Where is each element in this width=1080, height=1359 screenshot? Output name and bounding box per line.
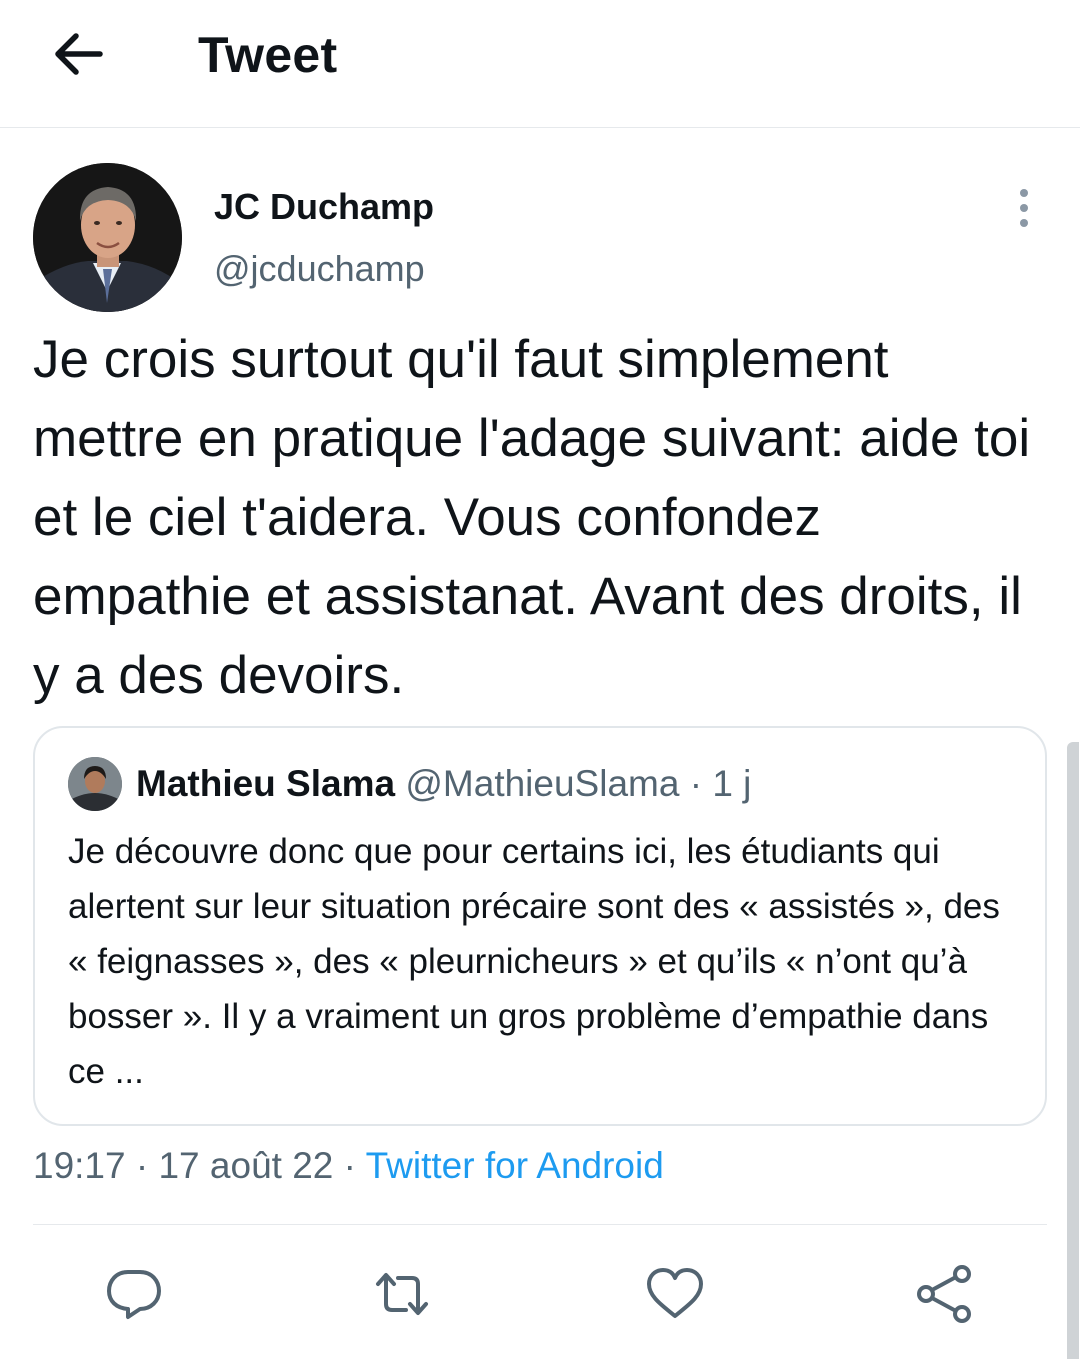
quoted-author-handle: @MathieuSlama — [405, 763, 680, 804]
meta-separator: · — [343, 1145, 356, 1186]
like-button[interactable] — [643, 1262, 707, 1326]
more-options-button[interactable] — [1006, 184, 1042, 232]
author-name[interactable]: JC Duchamp — [214, 186, 434, 228]
quoted-author-name: Mathieu Slama — [136, 763, 396, 804]
top-bar: Tweet — [0, 0, 1080, 128]
tweet-source-link[interactable]: Twitter for Android — [366, 1145, 664, 1186]
quoted-author-avatar — [68, 757, 122, 811]
quoted-tweet-age: 1 j — [712, 763, 752, 804]
quoted-tweet[interactable]: Mathieu Slama @MathieuSlama · 1 j Je déc… — [33, 726, 1047, 1126]
tweet-date: 17 août 22 — [158, 1145, 334, 1186]
scrollbar[interactable] — [1067, 742, 1079, 1359]
arrow-left-icon — [55, 33, 103, 75]
meta-separator: · — [135, 1145, 149, 1186]
retweet-icon — [376, 1273, 428, 1315]
back-button[interactable] — [48, 27, 108, 81]
reply-icon — [107, 1270, 161, 1319]
author-handle[interactable]: @jcduchamp — [214, 248, 425, 290]
tweet-text: Je crois surtout qu'il faut simplement m… — [33, 330, 1031, 705]
divider — [33, 1224, 1047, 1225]
more-vertical-icon — [1020, 189, 1028, 227]
quoted-tweet-header: Mathieu Slama @MathieuSlama · 1 j — [136, 763, 751, 805]
like-icon — [647, 1268, 703, 1318]
tweet-metadata: 19:17 · 17 août 22 · Twitter for Android — [33, 1145, 664, 1187]
share-icon — [917, 1265, 971, 1323]
reply-button[interactable] — [102, 1262, 166, 1326]
page-title: Tweet — [198, 27, 338, 83]
tweet-time: 19:17 — [33, 1145, 126, 1186]
quoted-separator: · — [689, 763, 703, 804]
share-button[interactable] — [912, 1262, 976, 1326]
retweet-button[interactable] — [370, 1262, 434, 1326]
author-avatar[interactable] — [33, 163, 182, 312]
quoted-tweet-text: Je découvre donc que pour certains ici, … — [68, 832, 1000, 1091]
